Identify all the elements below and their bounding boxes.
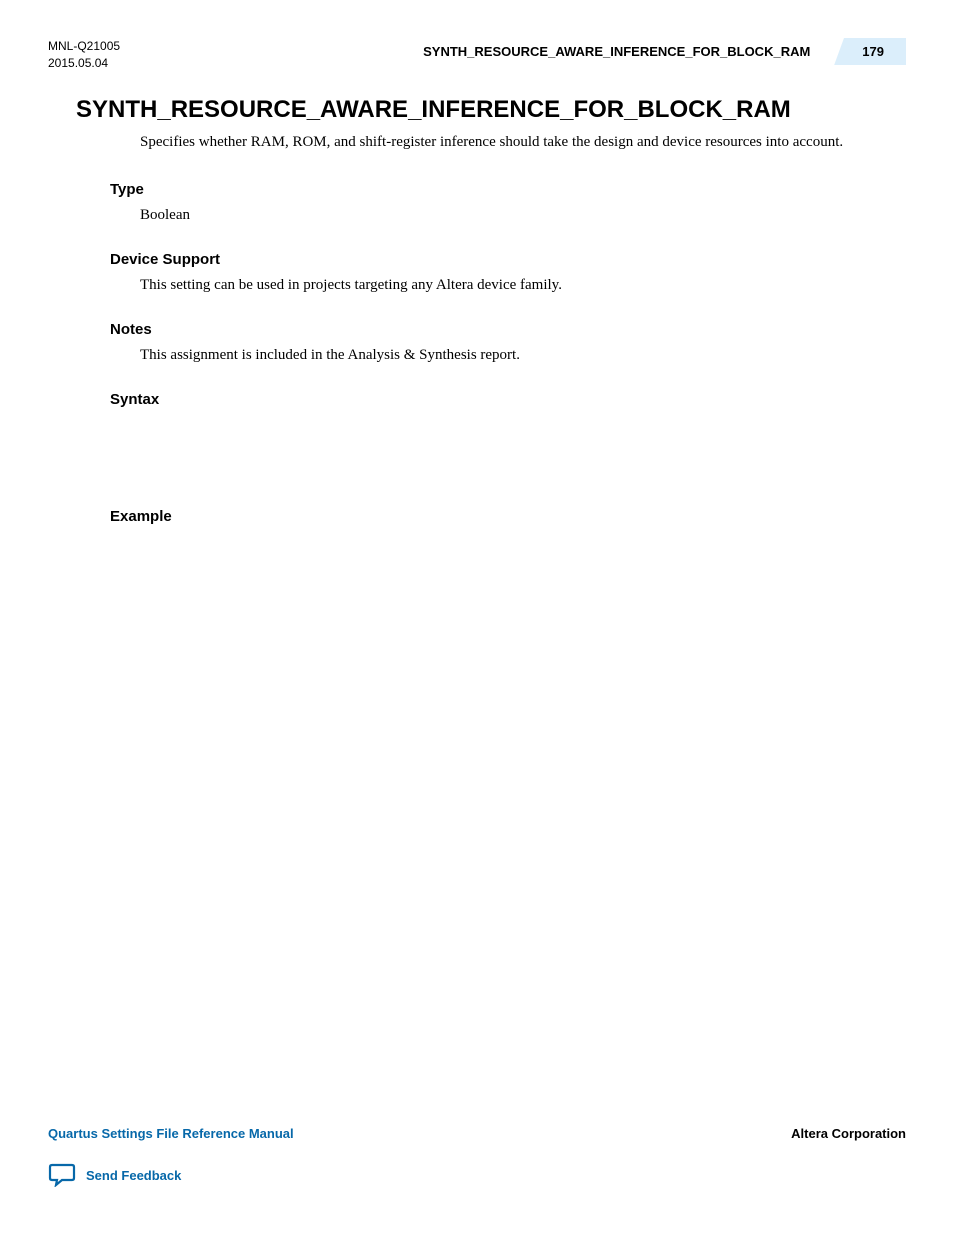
section-body-device-support: This setting can be used in projects tar… bbox=[76, 275, 854, 297]
doc-id: MNL-Q21005 bbox=[48, 38, 120, 55]
intro-paragraph: Specifies whether RAM, ROM, and shift-re… bbox=[76, 132, 854, 154]
section-syntax: Syntax bbox=[76, 391, 854, 408]
page-footer: Quartus Settings File Reference Manual A… bbox=[48, 1126, 906, 1187]
feedback-row: Send Feedback bbox=[48, 1163, 906, 1187]
page-number: 179 bbox=[862, 44, 884, 59]
header-right: SYNTH_RESOURCE_AWARE_INFERENCE_FOR_BLOCK… bbox=[423, 38, 906, 65]
section-body-type: Boolean bbox=[76, 205, 854, 227]
doc-date: 2015.05.04 bbox=[48, 55, 120, 72]
header-title: SYNTH_RESOURCE_AWARE_INFERENCE_FOR_BLOCK… bbox=[423, 44, 830, 59]
section-device-support: Device Support This setting can be used … bbox=[76, 251, 854, 297]
section-heading-example: Example bbox=[76, 508, 854, 525]
footer-top-row: Quartus Settings File Reference Manual A… bbox=[48, 1126, 906, 1141]
page-title: SYNTH_RESOURCE_AWARE_INFERENCE_FOR_BLOCK… bbox=[76, 96, 854, 124]
page-header: MNL-Q21005 2015.05.04 SYNTH_RESOURCE_AWA… bbox=[0, 0, 954, 72]
section-body-notes: This assignment is included in the Analy… bbox=[76, 345, 854, 367]
section-heading-device-support: Device Support bbox=[76, 251, 854, 268]
section-example: Example bbox=[76, 508, 854, 525]
send-feedback-link[interactable]: Send Feedback bbox=[86, 1168, 181, 1183]
section-heading-syntax: Syntax bbox=[76, 391, 854, 408]
footer-corporation: Altera Corporation bbox=[791, 1126, 906, 1141]
header-meta: MNL-Q21005 2015.05.04 bbox=[48, 38, 120, 72]
footer-manual-link[interactable]: Quartus Settings File Reference Manual bbox=[48, 1126, 294, 1141]
page-number-badge: 179 bbox=[830, 38, 906, 65]
section-notes: Notes This assignment is included in the… bbox=[76, 321, 854, 367]
section-heading-notes: Notes bbox=[76, 321, 854, 338]
section-type: Type Boolean bbox=[76, 181, 854, 227]
speech-bubble-icon[interactable] bbox=[48, 1163, 76, 1187]
section-heading-type: Type bbox=[76, 181, 854, 198]
main-content: SYNTH_RESOURCE_AWARE_INFERENCE_FOR_BLOCK… bbox=[0, 72, 954, 525]
